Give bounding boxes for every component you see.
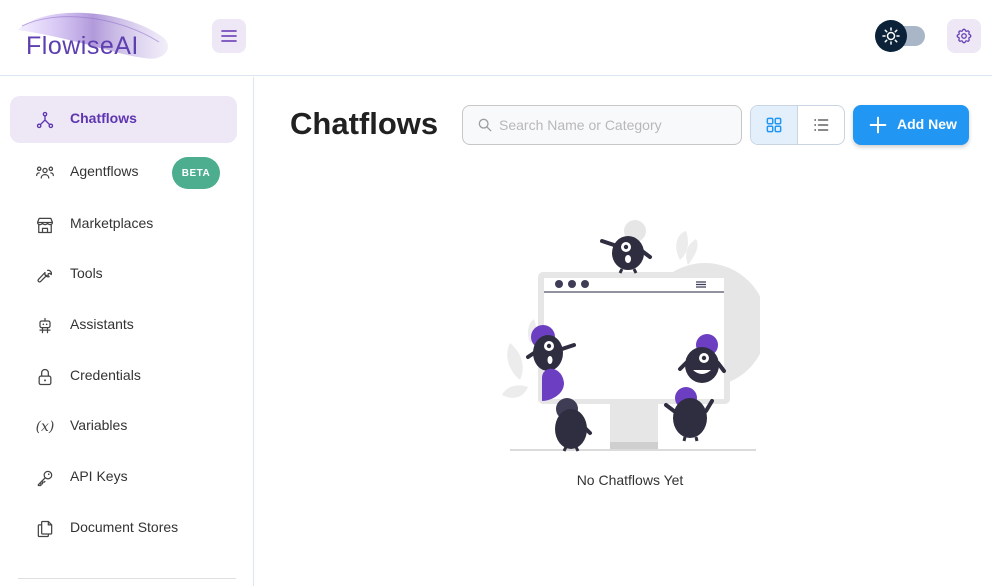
lock-icon [34, 366, 56, 388]
sidebar-item-assistants[interactable]: Assistants [10, 302, 237, 349]
sidebar-item-label: Marketplaces [70, 215, 154, 231]
sidebar-item-label: Document Stores [70, 519, 179, 535]
empty-state-illustration [502, 220, 760, 452]
sidebar-item-label: Tools [70, 265, 103, 281]
search-input[interactable] [499, 115, 729, 135]
top-header: FlowiseAI [0, 0, 992, 76]
list-view-button[interactable] [798, 106, 845, 144]
sidebar-item-credentials[interactable]: Credentials [10, 353, 237, 400]
logo-text: FlowiseAI [26, 32, 139, 60]
menu-toggle-button[interactable] [212, 19, 246, 53]
search-box[interactable] [462, 105, 742, 145]
view-mode-toggle [750, 105, 845, 145]
variable-icon: (x) [35, 419, 55, 435]
empty-state-message: No Chatflows Yet [576, 472, 684, 488]
beta-badge: BETA [172, 157, 220, 189]
plus-icon [869, 116, 887, 134]
flowise-logo[interactable]: FlowiseAI [14, 8, 174, 64]
key-icon [34, 467, 56, 489]
sidebar-item-document-stores[interactable]: Document Stores [10, 505, 237, 552]
hamburger-icon [221, 30, 237, 42]
gear-icon [956, 28, 972, 44]
settings-button[interactable] [947, 19, 981, 53]
agents-icon [34, 162, 56, 184]
sidebar-item-chatflows[interactable]: Chatflows [10, 96, 237, 143]
sidebar-item-label: Assistants [70, 316, 134, 332]
theme-toggle[interactable] [875, 20, 927, 52]
sidebar-item-agentflows[interactable]: Agentflows BETA [10, 149, 237, 196]
chatflow-icon [34, 109, 56, 131]
store-icon [34, 214, 56, 236]
sidebar-item-label: Variables [70, 417, 128, 433]
sidebar-item-label: Chatflows [70, 110, 137, 126]
sidebar-item-label: Credentials [70, 367, 141, 383]
grid-icon [766, 117, 782, 133]
add-new-label: Add New [897, 116, 957, 132]
wrench-icon [34, 264, 56, 286]
sidebar: Chatflows Agentflows BETA Marketplaces T… [0, 77, 254, 586]
robot-icon [34, 315, 56, 337]
list-icon [814, 119, 829, 131]
card-view-button[interactable] [751, 106, 798, 144]
sidebar-item-label: API Keys [70, 468, 128, 484]
files-icon [34, 518, 56, 540]
sidebar-divider [18, 578, 236, 579]
sidebar-item-tools[interactable]: Tools [10, 251, 237, 298]
search-icon [478, 118, 492, 132]
sidebar-item-marketplaces[interactable]: Marketplaces [10, 201, 237, 248]
sidebar-item-label: Agentflows [70, 163, 139, 179]
add-new-button[interactable]: Add New [853, 105, 969, 145]
sidebar-item-api-keys[interactable]: API Keys [10, 454, 237, 501]
sun-icon [882, 27, 900, 45]
toggle-thumb [875, 20, 907, 52]
page-title: Chatflows [290, 106, 439, 141]
sidebar-item-variables[interactable]: (x) Variables [10, 403, 237, 450]
